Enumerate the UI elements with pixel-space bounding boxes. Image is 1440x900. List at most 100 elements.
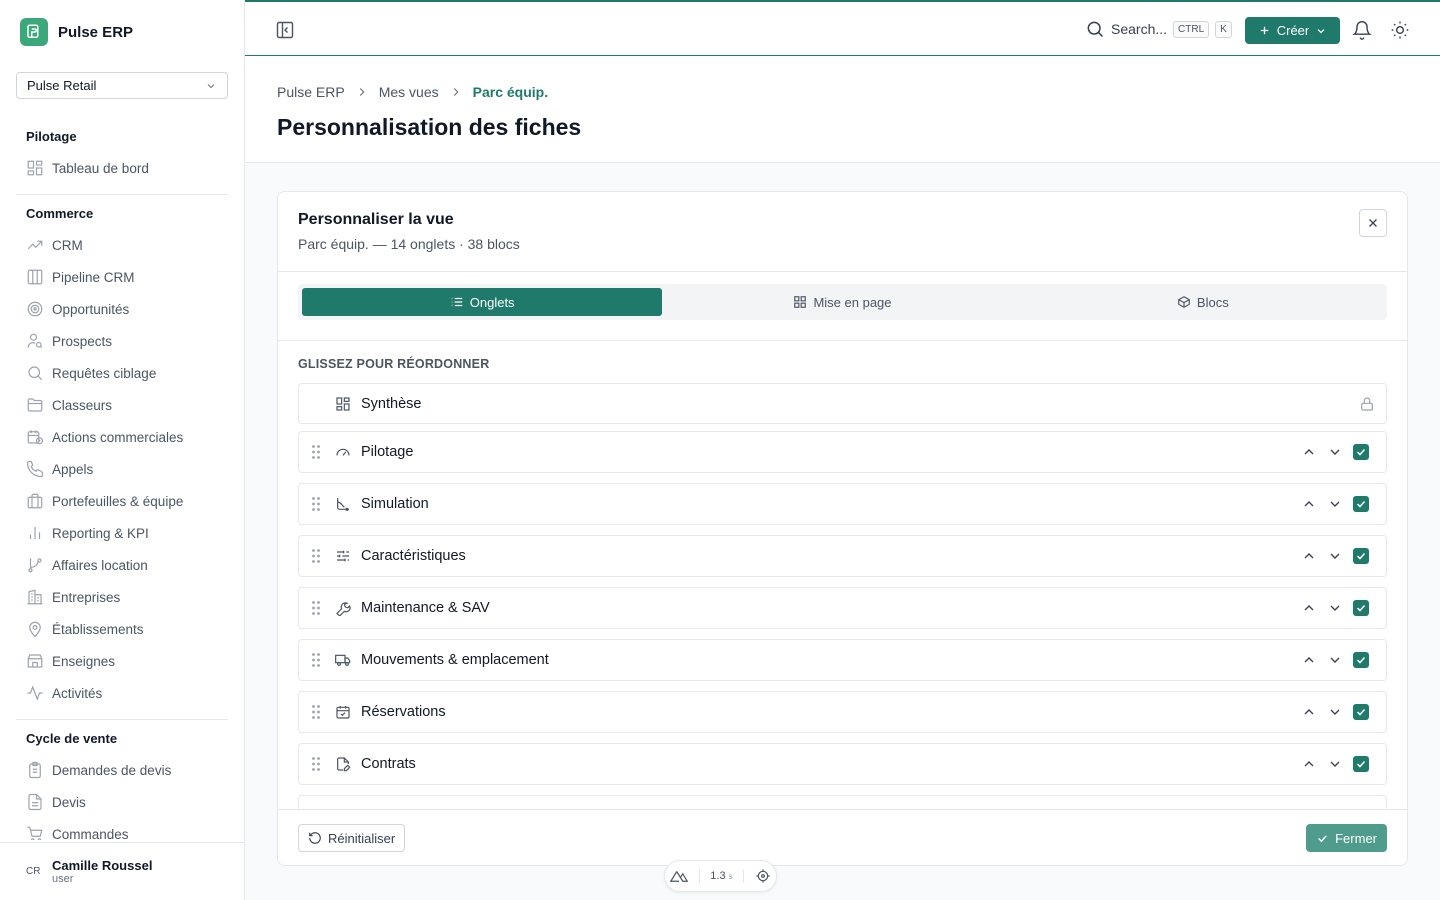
visibility-checkbox[interactable] [1353,704,1369,720]
drag-handle-icon[interactable] [311,756,321,772]
sidebar-item-label: Appels [52,461,94,477]
notifications-button[interactable] [1352,20,1372,40]
drag-handle-icon[interactable] [311,704,321,720]
sidebar-item-commandes[interactable]: Commandes [16,818,228,840]
chevron-up-icon[interactable] [1301,704,1317,720]
tab-onglets[interactable]: Onglets [302,288,663,316]
list-item-label: Maintenance & SAV [361,600,490,616]
list-item-maintenance-sav[interactable]: Maintenance & SAV [298,587,1387,629]
drag-handle-icon[interactable] [311,652,321,668]
list-item-contrats[interactable]: Contrats [298,743,1387,785]
chevron-up-icon[interactable] [1301,600,1317,616]
panel-footer: Réinitialiser Fermer [278,809,1407,865]
chevron-up-icon[interactable] [1301,652,1317,668]
customize-panel: Personnaliser la vue Parc équip. — 14 on… [277,191,1408,866]
row-controls [1301,756,1369,772]
visibility-checkbox[interactable] [1353,444,1369,460]
visibility-checkbox[interactable] [1353,652,1369,668]
create-button[interactable]: Créer [1245,17,1340,44]
reset-button[interactable]: Réinitialiser [298,824,406,852]
tab-label: Blocs [1196,294,1229,310]
sidebar-item-crm[interactable]: CRM [16,229,228,261]
org-select[interactable]: Pulse Retail [16,72,228,99]
sidebar-item-actions-commerciales[interactable]: Actions commerciales [16,421,228,453]
chevron-down-icon[interactable] [1327,652,1343,668]
chevron-right-icon [359,88,365,96]
search-trigger[interactable]: Search... CTRL K [1085,19,1232,39]
nav-section-title: Cycle de vente [26,730,118,746]
list-item-pilotage[interactable]: Pilotage [298,431,1387,473]
sidebar-item-label: Classeurs [52,397,113,413]
avatar: CR [26,866,41,877]
list-item-mouvements[interactable]: Mouvements & emplacement [298,639,1387,681]
sidebar-item-entreprises[interactable]: Entreprises [16,581,228,613]
drag-handle-icon[interactable] [311,444,321,460]
chevron-down-icon[interactable] [1327,600,1343,616]
row-controls [1301,444,1369,460]
sidebar-item-prospects[interactable]: Prospects [16,325,228,357]
check-icon [1356,552,1366,560]
kbd-k: K [1215,20,1232,38]
tab-label: Mise en page [813,294,892,310]
sidebar-item-requetes-ciblage[interactable]: Requêtes ciblage [16,357,228,389]
page-title: Personnalisation des fiches [277,114,582,140]
visibility-checkbox[interactable] [1353,600,1369,616]
kanban-icon [27,269,43,285]
gauge-icon [335,444,351,460]
dev-toolbar[interactable]: 1.3 s [664,860,777,892]
drag-handle-icon[interactable] [311,548,321,564]
brand[interactable]: Pulse ERP [20,18,133,46]
sidebar-item-portefeuilles[interactable]: Portefeuilles & équipe [16,485,228,517]
list-item-caracteristiques[interactable]: Caractéristiques [298,535,1387,577]
search-icon [28,366,43,381]
breadcrumb-item[interactable]: Mes vues [379,84,439,100]
list-item-label: Synthèse [361,395,422,412]
tab-label: Onglets [469,294,515,310]
chevron-down-icon[interactable] [1327,496,1343,512]
sidebar-item-classeurs[interactable]: Classeurs [16,389,228,421]
list-hint: GLISSEZ POUR RÉORDONNER [298,357,490,371]
chevron-up-icon[interactable] [1301,756,1317,772]
sidebar-item-activites[interactable]: Activités [16,677,228,709]
visibility-checkbox[interactable] [1353,756,1369,772]
sidebar-toggle-button[interactable] [275,20,295,40]
sidebar-item-label: Activités [52,685,103,701]
user-profile[interactable]: CR Camille Roussel user [0,842,244,900]
create-label: Créer [1276,23,1310,38]
sidebar-item-appels[interactable]: Appels [16,453,228,485]
check-icon [1356,500,1366,508]
sidebar-item-devis[interactable]: Devis [16,786,228,818]
sidebar-item-affaires-location[interactable]: Affaires location [16,549,228,581]
tab-blocs[interactable]: Blocs [1023,288,1383,316]
check-icon [1356,604,1366,612]
chevron-down-icon[interactable] [1327,548,1343,564]
list-item-simulation[interactable]: Simulation [298,483,1387,525]
search-label: Search... [1111,21,1168,37]
tab-mise-en-page[interactable]: Mise en page [662,288,1022,316]
list-item-reservations[interactable]: Réservations [298,691,1387,733]
sidebar-item-enseignes[interactable]: Enseignes [16,645,228,677]
sidebar-item-opportunites[interactable]: Opportunités [16,293,228,325]
chevron-up-icon[interactable] [1301,548,1317,564]
chevron-down-icon[interactable] [1327,756,1343,772]
fermer-button[interactable]: Fermer [1306,824,1387,852]
chevron-up-icon[interactable] [1301,444,1317,460]
breadcrumb-item[interactable]: Pulse ERP [277,84,345,100]
sun-icon [1391,21,1409,39]
close-button[interactable] [1359,209,1387,237]
theme-toggle-button[interactable] [1390,20,1410,40]
visibility-checkbox[interactable] [1353,548,1369,564]
sidebar-item-demandes-de-devis[interactable]: Demandes de devis [16,754,228,786]
drag-handle-icon[interactable] [311,600,321,616]
sidebar-item-pipeline-crm[interactable]: Pipeline CRM [16,261,228,293]
drag-handle-icon[interactable] [311,496,321,512]
sidebar-item-tableau-de-bord[interactable]: Tableau de bord [16,152,228,184]
list-item-partial[interactable] [298,795,1387,809]
sidebar-item-label: Demandes de devis [52,762,172,778]
chevron-down-icon[interactable] [1327,704,1343,720]
chevron-up-icon[interactable] [1301,496,1317,512]
visibility-checkbox[interactable] [1353,496,1369,512]
sidebar-item-etablissements[interactable]: Établissements [16,613,228,645]
sidebar-item-reporting-kpi[interactable]: Reporting & KPI [16,517,228,549]
chevron-down-icon[interactable] [1327,444,1343,460]
